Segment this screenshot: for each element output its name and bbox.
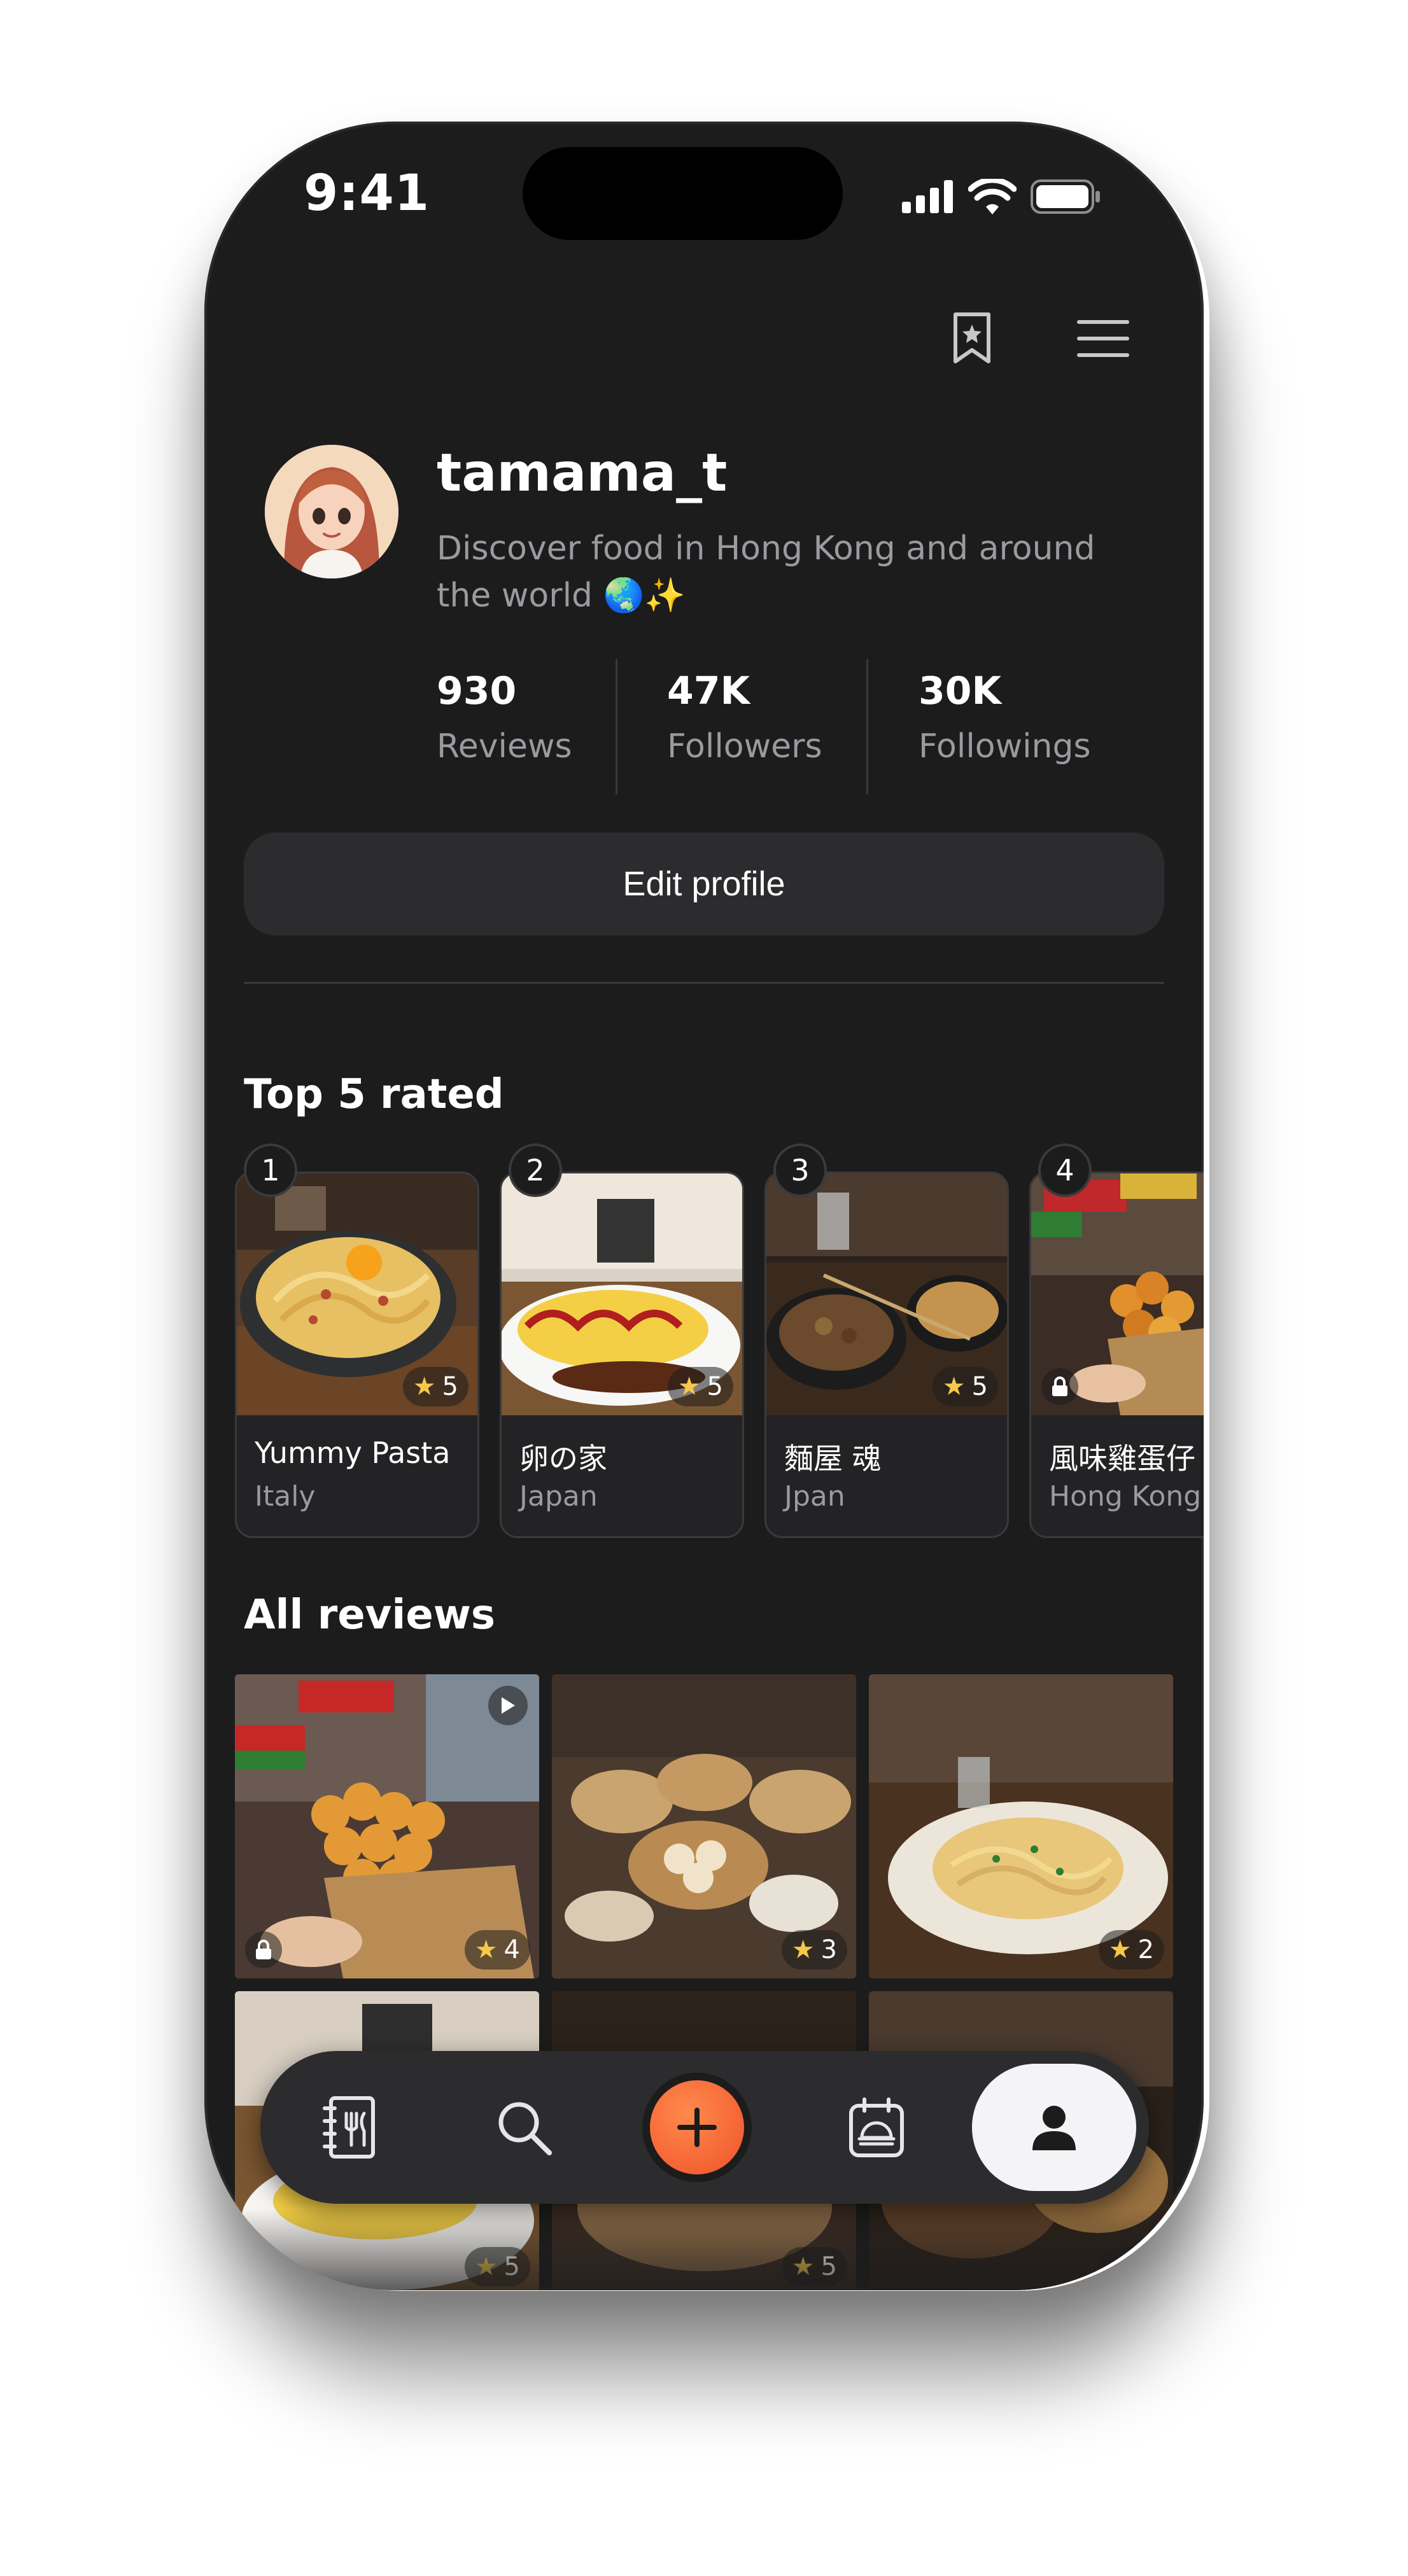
review-tile[interactable]: ★ 2 — [869, 1674, 1173, 1978]
wifi-icon — [968, 179, 1017, 214]
cellular-signal-icon — [902, 180, 953, 213]
edit-profile-button[interactable]: Edit profile — [244, 832, 1164, 935]
rating-badge: ★ 5 — [667, 1367, 733, 1406]
rank-badge: 3 — [773, 1144, 827, 1197]
star-icon: ★ — [677, 1372, 701, 1401]
top-rated-card[interactable]: 風味雞蛋仔 Hong Kong — [1029, 1172, 1204, 1538]
rank-badge: 4 — [1038, 1144, 1092, 1197]
avatar[interactable] — [265, 445, 398, 578]
calendar-dish-icon — [849, 2097, 904, 2157]
lock-icon — [1052, 1376, 1067, 1396]
nav-search[interactable] — [473, 2076, 575, 2178]
rating-value: 4 — [503, 1935, 520, 1964]
rating-badge: ★ 5 — [402, 1367, 468, 1406]
rating-value: 5 — [707, 1372, 723, 1401]
top-rated-title: Top 5 rated — [244, 1071, 504, 1118]
search-icon — [498, 2102, 552, 2155]
star-icon: ★ — [474, 1935, 498, 1964]
restaurant-name: 風味雞蛋仔 — [1049, 1441, 1195, 1476]
lock-badge — [1041, 1368, 1078, 1405]
dynamic-island — [523, 147, 843, 240]
restaurant-name: Yummy Pasta — [255, 1436, 451, 1470]
menu-book-icon — [323, 2096, 375, 2159]
battery-icon — [1031, 179, 1100, 214]
profile-icon — [1032, 2106, 1076, 2150]
nav-menu-book[interactable] — [299, 2076, 400, 2178]
all-reviews-title: All reviews — [244, 1592, 495, 1639]
bookmark-button[interactable] — [943, 310, 1001, 367]
stat-value: 30K — [919, 669, 1001, 713]
stat-divider — [616, 659, 617, 794]
stat-label: Followers — [667, 727, 822, 766]
bookmark-star-icon — [954, 312, 990, 363]
play-icon — [502, 1697, 515, 1714]
menu-button[interactable] — [1074, 310, 1132, 367]
restaurant-name: 卵の家 — [519, 1441, 607, 1476]
profile-bio: Discover food in Hong Kong and around th… — [437, 529, 1095, 615]
lock-badge — [245, 1931, 282, 1968]
rank-badge: 1 — [244, 1144, 297, 1197]
restaurant-name: 麵屋 魂 — [784, 1441, 882, 1476]
restaurant-location: Jpan — [784, 1480, 845, 1513]
rating-badge: ★ 3 — [781, 1930, 847, 1970]
stat-followings[interactable]: 30K Followings — [919, 669, 1091, 766]
rating-badge: ★ 2 — [1098, 1930, 1164, 1970]
phone-screen: 9:41 tamama_t Discover food in Hong Kong… — [204, 122, 1204, 2290]
star-icon: ★ — [942, 1372, 966, 1401]
stat-label: Followings — [919, 727, 1091, 766]
section-divider — [244, 982, 1164, 984]
restaurant-location: Japan — [519, 1480, 598, 1513]
status-icons — [902, 179, 1102, 214]
rating-badge: ★ 5 — [932, 1367, 998, 1406]
top-rated-card[interactable]: ★ 5 卵の家 Japan — [500, 1172, 744, 1538]
stat-value: 47K — [667, 669, 750, 713]
lock-icon — [256, 1940, 271, 1959]
stat-followers[interactable]: 47K Followers — [667, 669, 822, 766]
star-icon: ★ — [791, 1935, 815, 1964]
review-tile[interactable]: ★ 3 — [552, 1674, 856, 1978]
restaurant-location: Italy — [255, 1480, 316, 1513]
username: tamama_t — [437, 443, 728, 503]
restaurant-location: Hong Kong — [1049, 1480, 1202, 1513]
hamburger-menu-icon — [1077, 320, 1129, 357]
star-icon: ★ — [1108, 1935, 1132, 1964]
rating-value: 5 — [971, 1372, 988, 1401]
nav-reservations[interactable] — [826, 2076, 927, 2178]
top-rated-card[interactable]: ★ 5 麵屋 魂 Jpan — [764, 1172, 1009, 1538]
top-rated-card[interactable]: ★ 5 Yummy Pasta Italy — [235, 1172, 479, 1538]
bottom-fade — [204, 2209, 1204, 2290]
stat-reviews[interactable]: 930 Reviews — [437, 669, 572, 766]
rating-badge: ★ 4 — [464, 1930, 530, 1970]
video-badge — [488, 1686, 528, 1725]
rank-badge: 2 — [509, 1144, 562, 1197]
rating-value: 2 — [1137, 1935, 1154, 1964]
status-time: 9:41 — [304, 165, 430, 222]
rating-value: 5 — [442, 1372, 458, 1401]
star-icon: ★ — [412, 1372, 436, 1401]
stat-value: 930 — [437, 669, 517, 713]
review-tile[interactable]: ★ 4 — [235, 1674, 539, 1978]
stat-divider — [866, 659, 868, 794]
add-review-button[interactable] — [642, 2073, 752, 2182]
rating-value: 3 — [820, 1935, 837, 1964]
plus-icon — [677, 2108, 717, 2147]
nav-profile[interactable] — [972, 2064, 1136, 2191]
bottom-navigation — [260, 2051, 1149, 2204]
stat-label: Reviews — [437, 727, 572, 766]
